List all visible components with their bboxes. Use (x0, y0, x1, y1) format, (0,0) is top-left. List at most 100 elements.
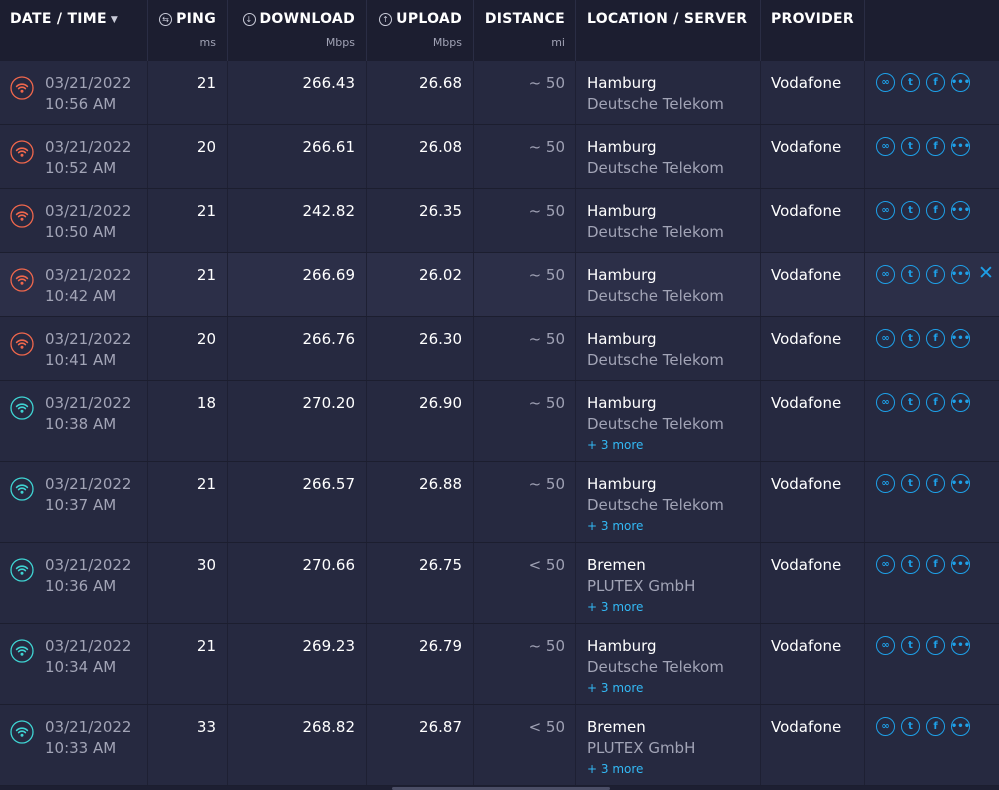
more-icon[interactable]: ••• (951, 201, 970, 220)
facebook-icon[interactable]: f (926, 137, 945, 156)
server-city: Hamburg (587, 202, 657, 220)
table-row[interactable]: 03/21/2022 10:37 AM 21 266.57 26.88 ~ 50… (0, 462, 999, 543)
twitter-icon[interactable]: t (901, 73, 920, 92)
more-icon[interactable]: ••• (951, 137, 970, 156)
table-row[interactable]: 03/21/2022 10:42 AM 21 266.69 26.02 ~ 50… (0, 253, 999, 317)
wifi-icon (10, 396, 34, 420)
location-cell: Hamburg Deutsche Telekom (576, 125, 761, 188)
facebook-icon[interactable]: f (926, 329, 945, 348)
twitter-icon[interactable]: t (901, 555, 920, 574)
upload-cell: 26.88 (367, 462, 474, 542)
table-row[interactable]: 03/21/2022 10:50 AM 21 242.82 26.35 ~ 50… (0, 189, 999, 253)
link-icon[interactable]: ∞ (876, 73, 895, 92)
twitter-icon[interactable]: t (901, 717, 920, 736)
ping-cell: 30 (148, 543, 228, 623)
table-row[interactable]: 03/21/2022 10:52 AM 20 266.61 26.08 ~ 50… (0, 125, 999, 189)
column-header-provider[interactable]: PROVIDER (761, 0, 865, 61)
column-header-upload[interactable]: ↑ UPLOAD Mbps (367, 0, 474, 61)
more-servers-link[interactable]: + 3 more (587, 681, 760, 695)
column-header-ping[interactable]: ⇆ PING ms (148, 0, 228, 61)
ping-value: 20 (196, 330, 216, 348)
more-icon[interactable]: ••• (951, 636, 970, 655)
location-cell: Hamburg Deutsche Telekom + 3 more (576, 462, 761, 542)
share-cell: ∞ t f ••• (865, 381, 999, 461)
test-date: 03/21/2022 (45, 394, 132, 412)
upload-value: 26.90 (419, 394, 462, 412)
more-icon[interactable]: ••• (951, 393, 970, 412)
twitter-icon[interactable]: t (901, 636, 920, 655)
share-cell: ∞ t f ••• (865, 462, 999, 542)
twitter-icon[interactable]: t (901, 265, 920, 284)
column-header-datetime[interactable]: DATE / TIME ▼ (0, 0, 148, 61)
server-name: Deutsche Telekom (587, 496, 724, 514)
download-cell: 268.82 (228, 705, 367, 785)
share-cell: ∞ t f ••• (865, 189, 999, 252)
more-servers-link[interactable]: + 3 more (587, 600, 760, 614)
more-icon[interactable]: ••• (951, 73, 970, 92)
provider-cell: Vodafone (761, 462, 865, 542)
link-icon[interactable]: ∞ (876, 717, 895, 736)
facebook-icon[interactable]: f (926, 555, 945, 574)
link-icon[interactable]: ∞ (876, 393, 895, 412)
facebook-icon[interactable]: f (926, 73, 945, 92)
server-name: Deutsche Telekom (587, 287, 724, 305)
facebook-icon[interactable]: f (926, 201, 945, 220)
close-icon[interactable]: ✕ (978, 264, 994, 283)
twitter-icon[interactable]: t (901, 329, 920, 348)
ping-cell: 21 (148, 253, 228, 316)
server-name: Deutsche Telekom (587, 95, 724, 113)
table-row[interactable]: 03/21/2022 10:56 AM 21 266.43 26.68 ~ 50… (0, 61, 999, 125)
link-icon[interactable]: ∞ (876, 555, 895, 574)
facebook-icon[interactable]: f (926, 717, 945, 736)
ping-cell: 18 (148, 381, 228, 461)
more-servers-link[interactable]: + 3 more (587, 438, 760, 452)
table-row[interactable]: 03/21/2022 10:33 AM 33 268.82 26.87 < 50… (0, 705, 999, 786)
download-value: 266.69 (302, 266, 356, 284)
download-cell: 266.57 (228, 462, 367, 542)
column-header-location[interactable]: LOCATION / SERVER (576, 0, 761, 61)
more-icon[interactable]: ••• (951, 717, 970, 736)
twitter-icon[interactable]: t (901, 393, 920, 412)
more-icon[interactable]: ••• (951, 555, 970, 574)
ping-cell: 20 (148, 317, 228, 380)
upload-cell: 26.79 (367, 624, 474, 704)
twitter-icon[interactable]: t (901, 137, 920, 156)
twitter-icon[interactable]: t (901, 201, 920, 220)
table-row[interactable]: 03/21/2022 10:36 AM 30 270.66 26.75 < 50… (0, 543, 999, 624)
provider-cell: Vodafone (761, 189, 865, 252)
more-servers-link[interactable]: + 3 more (587, 762, 760, 776)
column-header-download[interactable]: ↓ DOWNLOAD Mbps (228, 0, 367, 61)
datetime-cell: 03/21/2022 10:52 AM (0, 125, 148, 188)
facebook-icon[interactable]: f (926, 474, 945, 493)
test-date: 03/21/2022 (45, 74, 132, 92)
table-row[interactable]: 03/21/2022 10:41 AM 20 266.76 26.30 ~ 50… (0, 317, 999, 381)
link-icon[interactable]: ∞ (876, 329, 895, 348)
more-icon[interactable]: ••• (951, 265, 970, 284)
link-icon[interactable]: ∞ (876, 201, 895, 220)
provider-name: Vodafone (771, 556, 842, 574)
upload-cell: 26.87 (367, 705, 474, 785)
upload-unit: Mbps (432, 36, 462, 49)
more-servers-link[interactable]: + 3 more (587, 519, 760, 533)
more-icon[interactable]: ••• (951, 474, 970, 493)
download-cell: 242.82 (228, 189, 367, 252)
distance-cell: < 50 (474, 705, 576, 785)
test-date: 03/21/2022 (45, 266, 132, 284)
link-icon[interactable]: ∞ (876, 474, 895, 493)
facebook-icon[interactable]: f (926, 265, 945, 284)
link-icon[interactable]: ∞ (876, 265, 895, 284)
facebook-icon[interactable]: f (926, 636, 945, 655)
test-date: 03/21/2022 (45, 637, 132, 655)
link-icon[interactable]: ∞ (876, 636, 895, 655)
ping-value: 21 (196, 475, 216, 493)
twitter-icon[interactable]: t (901, 474, 920, 493)
table-row[interactable]: 03/21/2022 10:38 AM 18 270.20 26.90 ~ 50… (0, 381, 999, 462)
table-row[interactable]: 03/21/2022 10:34 AM 21 269.23 26.79 ~ 50… (0, 624, 999, 705)
column-header-distance[interactable]: DISTANCE mi (474, 0, 576, 61)
more-icon[interactable]: ••• (951, 329, 970, 348)
table-body: 03/21/2022 10:56 AM 21 266.43 26.68 ~ 50… (0, 61, 999, 786)
facebook-icon[interactable]: f (926, 393, 945, 412)
link-icon[interactable]: ∞ (876, 137, 895, 156)
share-cell: ∞ t f ••• ✕ (865, 253, 999, 316)
download-value: 266.57 (302, 475, 356, 493)
